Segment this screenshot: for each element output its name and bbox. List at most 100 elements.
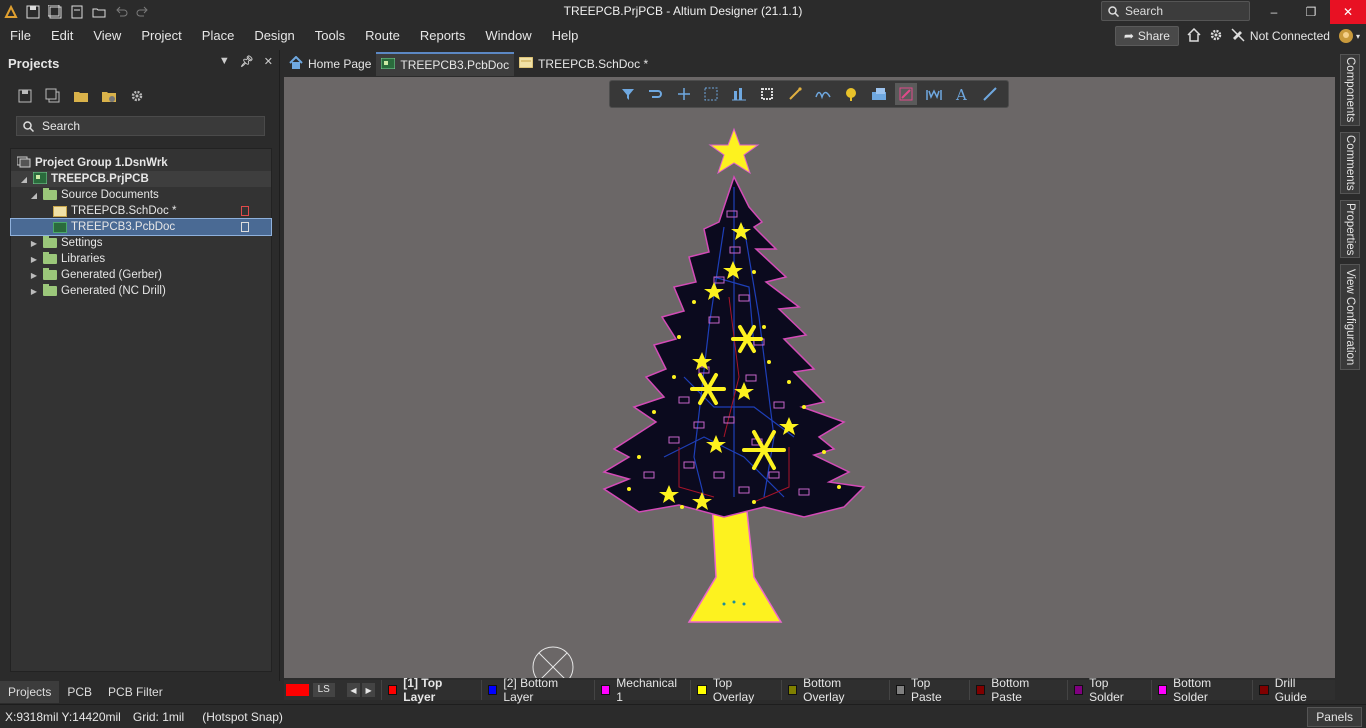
panels-button[interactable]: Panels [1307,707,1362,727]
expand-arrow-icon[interactable]: ▶ [29,239,39,248]
tree-item-generated-gerber[interactable]: ▶ Generated (Gerber) [11,267,271,283]
tree-item-label: Settings [61,237,103,249]
tree-item-source-documents[interactable]: ◢ Source Documents [11,187,271,203]
layer-tab-mechanical1[interactable]: Mechanical 1 [593,676,691,704]
pin-icon[interactable]: 📌︎ [240,55,254,68]
tab-pcb[interactable]: PCB [59,681,100,703]
tab-view-configuration[interactable]: View Configuration [1340,264,1360,370]
tree-item-label: Generated (Gerber) [61,269,162,281]
layer-label: Bottom Overlay [803,676,845,704]
layer-tab-top[interactable]: [1] Top Layer [380,676,481,704]
save-all-projects-icon[interactable] [44,87,62,105]
layer-tab-bottom[interactable]: [2] Bottom Layer [480,676,594,704]
expand-arrow-icon[interactable]: ◢ [19,175,29,184]
layer-tab-bottom-solder[interactable]: Bottom Solder [1150,676,1253,704]
altium-logo-icon[interactable] [4,4,18,19]
not-connected-icon [1231,27,1245,45]
tree-item-project-group[interactable]: Project Group 1.DsnWrk [11,155,271,171]
menu-help[interactable]: Help [542,24,589,48]
tree-item-label: Source Documents [61,189,159,201]
projects-panel-title: Projects [8,55,60,71]
layer-tab-bottom-overlay[interactable]: Bottom Overlay [780,676,889,704]
expand-arrow-icon[interactable]: ▶ [29,287,39,296]
minimize-button[interactable]: – [1256,0,1292,24]
layer-tab-top-solder[interactable]: Top Solder [1066,676,1151,704]
document-tabs: Home Page TREEPCB3.PcbDoc TREEPCB.SchDoc… [284,52,653,76]
panel-close-icon[interactable]: ✕ [264,55,273,68]
tab-components[interactable]: Components [1340,54,1360,126]
layer-swatch [487,685,498,695]
menu-project[interactable]: Project [131,24,191,48]
panel-bottom-tabs: Projects PCB PCB Filter [0,681,280,703]
tree-item-generated-nc-drill[interactable]: ▶ Generated (NC Drill) [11,283,271,299]
expand-arrow-icon[interactable]: ◢ [29,191,39,200]
gear-icon[interactable] [1209,28,1223,45]
menu-view[interactable]: View [83,24,131,48]
expand-arrow-icon[interactable]: ▶ [29,271,39,280]
tree-item-settings[interactable]: ▶ Settings [11,235,271,251]
layer-tab-drill-guide[interactable]: Drill Guide [1252,676,1335,704]
board-trunk [687,501,783,623]
tab-pcbdoc[interactable]: TREEPCB3.PcbDoc [376,52,515,76]
menu-place[interactable]: Place [192,24,245,48]
menu-edit[interactable]: Edit [41,24,83,48]
share-button[interactable]: ➦ Share [1114,26,1179,46]
pcb-canvas[interactable]: A [284,77,1335,678]
open-project-icon[interactable] [72,87,90,105]
tab-label: TREEPCB.SchDoc * [538,57,649,71]
tree-item-project[interactable]: ◢ TREEPCB.PrjPCB [11,171,271,187]
restore-button[interactable]: ❐ [1293,0,1329,24]
close-button[interactable]: ✕ [1330,0,1366,24]
origin-marker [532,646,574,678]
layer-tab-top-paste[interactable]: Top Paste [888,676,969,704]
status-bar: X:9318mil Y:14420mil Grid: 1mil (Hotspot… [0,704,1366,728]
dock-tab-label: Components [1344,57,1356,123]
pcb-doc-icon [380,57,396,72]
title-bar: TREEPCB.PrjPCB - Altium Designer (21.1.1… [0,0,1366,24]
layer-tab-top-overlay[interactable]: Top Overlay [690,676,780,704]
redo-icon[interactable] [136,5,150,19]
title-search-box[interactable]: Search [1101,1,1250,21]
scroll-right-icon[interactable]: ▶ [361,683,376,697]
menu-window[interactable]: Window [475,24,541,48]
tree-item-pcbdoc[interactable]: TREEPCB3.PcbDoc [10,218,272,236]
open-folder-icon[interactable] [92,5,106,19]
tab-projects[interactable]: Projects [0,681,60,703]
projects-toolbar [0,76,279,116]
menu-route[interactable]: Route [355,24,410,48]
layer-set-button[interactable]: LS [312,683,335,697]
save-icon[interactable] [26,5,40,19]
tab-pcb-filter[interactable]: PCB Filter [100,681,171,703]
tab-schdoc[interactable]: TREEPCB.SchDoc * [514,52,653,76]
tree-item-libraries[interactable]: ▶ Libraries [11,251,271,267]
panel-menu-icon[interactable]: ▼ [219,55,230,68]
tab-home-page[interactable]: Home Page [284,52,376,76]
pcb-doc-icon [53,221,67,233]
undo-icon[interactable] [114,5,128,19]
menu-tools[interactable]: Tools [305,24,355,48]
menu-file[interactable]: File [0,24,41,48]
connection-status[interactable]: Not Connected [1231,27,1330,45]
layer-tab-bottom-paste[interactable]: Bottom Paste [968,676,1067,704]
tree-item-schdoc[interactable]: TREEPCB.SchDoc * [11,203,271,219]
layer-swatch [387,685,398,695]
save-project-icon[interactable] [16,87,34,105]
tree-item-label: Project Group 1.DsnWrk [35,157,168,169]
layer-swatch [600,685,611,695]
menu-design[interactable]: Design [244,24,304,48]
pcb-board-tree[interactable] [284,77,1335,678]
layer-label: [2] Bottom Layer [503,676,559,704]
save-all-icon[interactable] [47,4,62,19]
current-layer-color[interactable] [286,684,309,696]
menu-reports[interactable]: Reports [410,24,476,48]
tab-properties[interactable]: Properties [1340,200,1360,258]
settings-icon[interactable] [128,87,146,105]
scroll-left-icon[interactable]: ◀ [346,683,360,697]
projects-search-input[interactable]: Search [16,116,265,136]
home-icon[interactable] [1187,27,1201,45]
tab-comments[interactable]: Comments [1340,132,1360,194]
project-options-folder-icon[interactable] [100,87,118,105]
user-avatar[interactable]: ▾ [1338,28,1360,44]
new-document-icon[interactable] [70,5,84,19]
expand-arrow-icon[interactable]: ▶ [29,255,39,264]
